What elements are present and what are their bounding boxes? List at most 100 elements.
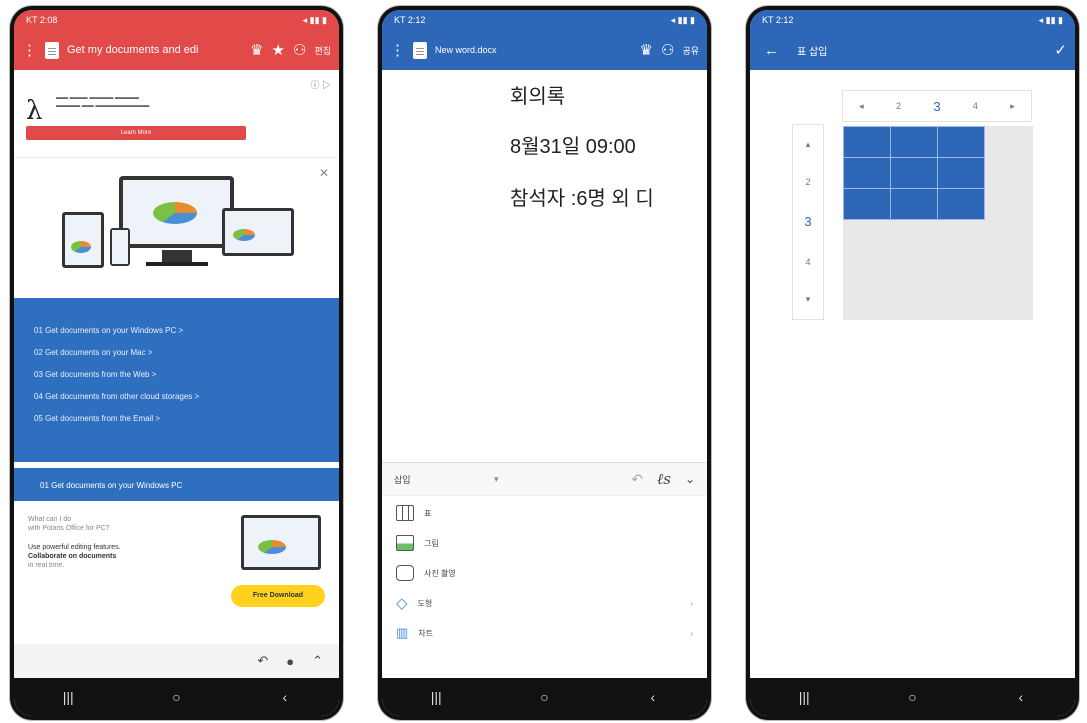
image-icon [396, 535, 414, 551]
grid-cell[interactable] [937, 188, 985, 220]
document-icon [45, 41, 59, 59]
insert-photo-item[interactable]: 사진 촬영 [382, 558, 707, 588]
grid-cell[interactable] [937, 157, 985, 189]
recents-icon[interactable]: ||| [784, 689, 824, 705]
status-icons: ◂ ▮▮ ▮ [670, 14, 695, 25]
home-icon[interactable]: ○ [892, 689, 932, 705]
prev-column-icon[interactable]: ◂ [859, 101, 864, 112]
system-nav-bar: ||| ○ ‹ [750, 678, 1075, 716]
star-icon[interactable]: ★ [272, 41, 285, 59]
system-nav-bar: ||| ○ ‹ [382, 678, 707, 716]
grid-cell[interactable] [890, 157, 938, 189]
confirm-check-icon[interactable]: ✓ [1054, 41, 1067, 59]
laptop-illustration [241, 515, 321, 570]
undo-icon[interactable]: ↶ [631, 471, 643, 488]
guide-item[interactable]: 01 Get documents on your Windows PC > [34, 326, 319, 348]
guide-item[interactable]: 04 Get documents from other cloud storag… [34, 392, 319, 414]
grid-cell[interactable] [843, 157, 891, 189]
prev-row-icon[interactable]: ▴ [806, 139, 811, 150]
insert-image-item[interactable]: 그림 [382, 528, 707, 558]
share-user-icon[interactable]: ⚇ [293, 41, 306, 59]
app-bar: ⋮ Get my documents and edi ♛ ★ ⚇ 편집 [14, 30, 339, 70]
menu-icon[interactable]: ⋮ [22, 41, 37, 59]
app-bar: ← 표 삽입 ✓ [750, 30, 1075, 70]
chevron-right-icon: › [690, 598, 693, 608]
guide-item[interactable]: 03 Get documents from the Web > [34, 370, 319, 392]
ad-info-icon[interactable]: ⓘ ▷ [310, 78, 331, 91]
row-number-selected[interactable]: 3 [804, 214, 811, 229]
guide-item[interactable]: 05 Get documents from the Email > [34, 414, 319, 436]
table-size-grid[interactable] [843, 126, 1033, 320]
status-bar: KT 2:08 ◂ ▮▮ ▮ [14, 10, 339, 30]
column-number-selected[interactable]: 3 [933, 99, 940, 114]
menu-label: 사진 촬영 [424, 568, 456, 578]
toolbar-mode-select[interactable]: 삽입 [394, 473, 494, 486]
comment-icon[interactable]: ● [286, 654, 294, 669]
close-icon[interactable]: ✕ [319, 166, 329, 180]
column-number[interactable]: 2 [896, 101, 901, 111]
laptop-illustration [222, 208, 294, 256]
back-icon[interactable]: ‹ [265, 689, 305, 705]
ad-learn-more-button[interactable]: Learn More [26, 126, 246, 140]
grid-cell[interactable] [843, 188, 891, 220]
grid-cell[interactable] [937, 126, 985, 158]
row-number[interactable]: 2 [805, 177, 810, 187]
phone-3: KT 2:12 ◂ ▮▮ ▮ ← 표 삽입 ✓ ◂ 2 3 4 ▸ ▴ 2 3 4… [746, 6, 1079, 720]
share-user-icon[interactable]: ⚇ [661, 41, 674, 59]
format-icon[interactable]: ℓs [657, 470, 671, 489]
grid-cell[interactable] [890, 126, 938, 158]
table-icon [396, 505, 414, 521]
column-number[interactable]: 4 [973, 101, 978, 111]
menu-label: 도형 [417, 598, 433, 608]
menu-label: 그림 [424, 538, 439, 548]
insert-shape-item[interactable]: ◇ 도형 › [382, 588, 707, 618]
menu-icon[interactable]: ⋮ [390, 41, 405, 59]
next-column-icon[interactable]: ▸ [1010, 101, 1015, 112]
insert-chart-item[interactable]: ▥ 차트 › [382, 618, 707, 648]
app-bar-title: 표 삽입 [797, 46, 828, 58]
insert-table-item[interactable]: 표 [382, 498, 707, 528]
chevron-up-icon[interactable]: ⌃ [312, 653, 323, 669]
free-download-button[interactable]: Free Download [231, 585, 325, 607]
next-row-icon[interactable]: ▾ [806, 294, 811, 305]
document-line[interactable]: 8월31일 09:00 [510, 130, 636, 159]
undo-icon[interactable]: ↶ [257, 653, 268, 669]
crown-icon[interactable]: ♛ [250, 41, 263, 59]
column-count-selector: ◂ 2 3 4 ▸ [842, 90, 1032, 122]
grid-cell[interactable] [843, 126, 891, 158]
back-icon[interactable]: ‹ [633, 689, 673, 705]
bottom-toolbar: ↶ ● ⌃ [14, 644, 339, 678]
dropdown-icon[interactable]: ▾ [494, 474, 499, 485]
document-line[interactable]: 회의록 [510, 80, 565, 109]
insert-toolbar: 삽입 ▾ ↶ ℓs ⌄ [382, 462, 707, 496]
promo-section: What can I do with Polaris Office for PC… [14, 501, 339, 611]
share-button[interactable]: 공유 [682, 44, 699, 57]
document-line[interactable]: 참석자 :6명 외 디 [510, 182, 654, 211]
shape-icon: ◇ [396, 595, 408, 612]
crown-icon[interactable]: ♛ [640, 41, 653, 59]
menu-label: 차트 [418, 628, 434, 638]
chevron-down-icon[interactable]: ⌄ [685, 472, 695, 486]
row-count-selector: ▴ 2 3 4 ▾ [792, 124, 824, 320]
guide-item[interactable]: 02 Get documents on your Mac > [34, 348, 319, 370]
back-icon[interactable]: ‹ [1001, 689, 1041, 705]
status-time: KT 2:12 [394, 15, 426, 25]
recents-icon[interactable]: ||| [48, 689, 88, 705]
phone-1: KT 2:08 ◂ ▮▮ ▮ ⋮ Get my documents and edi… [10, 6, 343, 720]
home-icon[interactable]: ○ [156, 689, 196, 705]
camera-icon [396, 565, 414, 581]
app-bar-title: New word.docx [435, 45, 497, 55]
grid-cell[interactable] [890, 188, 938, 220]
back-arrow-icon[interactable]: ← [764, 42, 779, 59]
edit-button[interactable]: 편집 [314, 44, 331, 57]
home-icon[interactable]: ○ [524, 689, 564, 705]
status-icons: ◂ ▮▮ ▮ [302, 14, 327, 25]
chevron-right-icon: › [690, 628, 693, 638]
menu-label: 표 [424, 508, 432, 518]
row-number[interactable]: 4 [805, 257, 810, 267]
app-bar: ⋮ New word.docx ♛ ⚇ 공유 [382, 30, 707, 70]
tablet-illustration [62, 212, 104, 268]
ad-banner[interactable]: λ ▬▬ ▬▬▬ ▬▬▬▬ ▬▬▬▬ ▬▬▬▬ ▬▬ ▬▬▬▬▬▬▬▬▬ Lear… [14, 70, 339, 158]
document-icon [413, 41, 427, 59]
recents-icon[interactable]: ||| [416, 689, 456, 705]
